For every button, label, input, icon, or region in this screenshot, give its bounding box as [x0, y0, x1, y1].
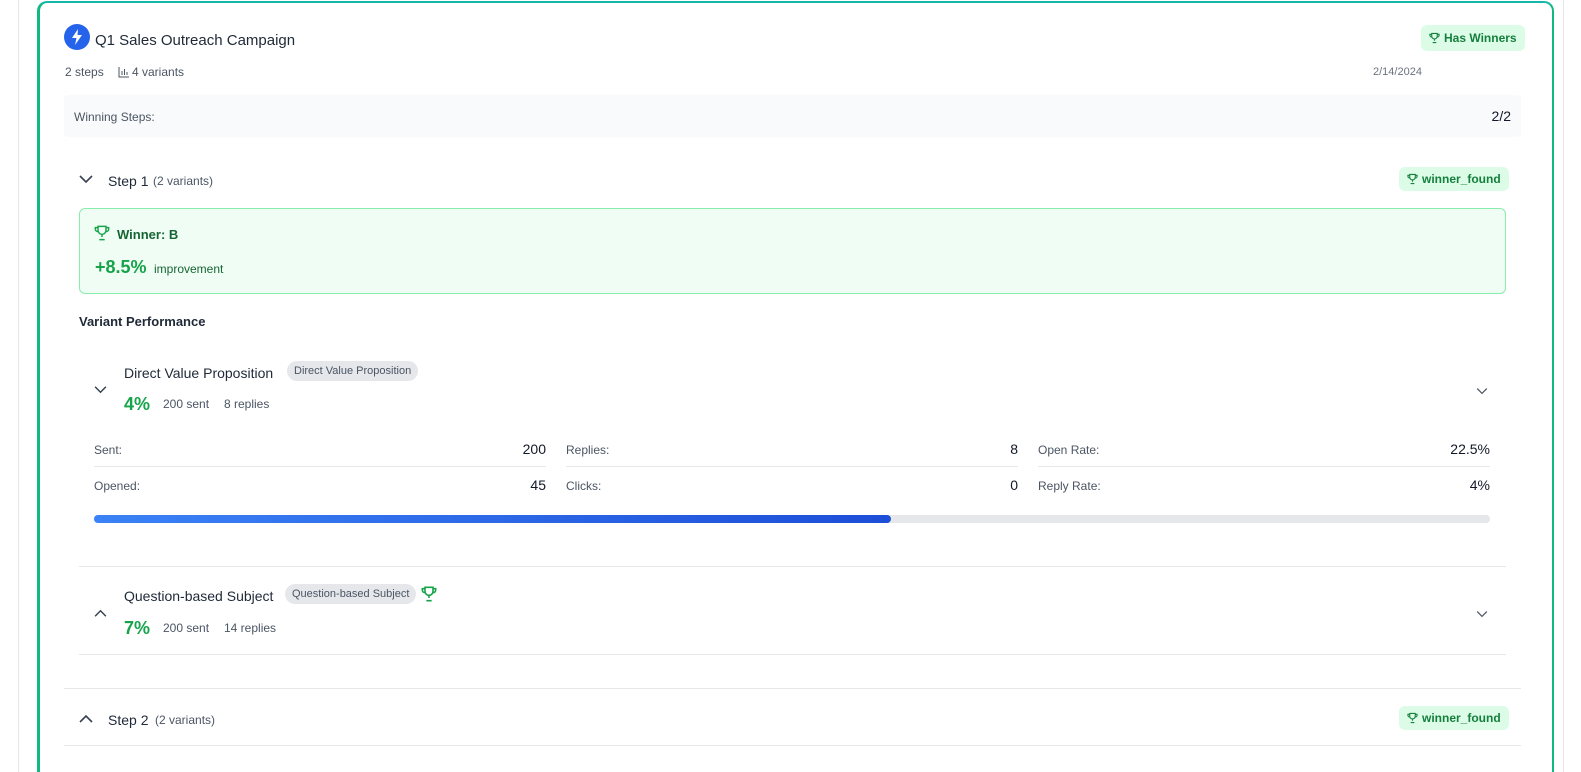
- variant-b-replies: 14 replies: [224, 621, 277, 635]
- steps-count-label: 2 steps: [65, 65, 104, 79]
- has-winners-label: Has Winners: [1444, 31, 1517, 45]
- bar-chart-icon: [118, 66, 129, 77]
- step1-status-label: winner_found: [1422, 172, 1501, 186]
- winner-trophy-icon: [421, 586, 437, 607]
- winning-steps-value: 2/2: [1491, 108, 1511, 124]
- variant-b-expand-button[interactable]: [1476, 605, 1490, 618]
- chevron-down-icon: [1476, 388, 1488, 395]
- winner-box: Winner: B +8.5% improvement: [79, 208, 1506, 294]
- trophy-icon: [94, 225, 110, 246]
- stat-reply-rate-label: Reply Rate:: [1038, 479, 1101, 493]
- chevron-down-icon: [79, 175, 93, 184]
- winner-title: Winner: B: [117, 227, 179, 242]
- variant-b-sent: 200 sent: [163, 621, 210, 635]
- stat-sent-label: Sent:: [94, 443, 123, 457]
- stat-divider: [566, 466, 1018, 467]
- variant-a-tag: Direct Value Proposition: [287, 361, 419, 381]
- variant-a-progress-track: [94, 515, 1490, 523]
- stat-open-rate-label: Open Rate:: [1038, 443, 1100, 457]
- winning-steps-bar: Winning Steps: 2/2: [64, 95, 1521, 137]
- step2-title[interactable]: Step 2: [108, 712, 148, 728]
- variant-performance-title: Variant Performance: [79, 314, 206, 329]
- step2-variant-count: (2 variants): [155, 713, 216, 727]
- variant-a-collapse-button[interactable]: [94, 381, 110, 395]
- has-winners-badge: Has Winners: [1421, 25, 1525, 51]
- stat-opened-value: 45: [530, 477, 546, 493]
- stat-clicks-label: Clicks:: [566, 479, 602, 493]
- left-rail: [18, 0, 19, 772]
- chevron-down-icon: [1476, 611, 1488, 618]
- step1-title[interactable]: Step 1: [108, 173, 148, 189]
- variant-a-expand-button[interactable]: [1476, 382, 1490, 395]
- stat-opened-label: Opened:: [94, 479, 141, 493]
- stat-open-rate-value: 22.5%: [1450, 441, 1490, 457]
- step2-expand-button[interactable]: [79, 711, 99, 727]
- step2-status-badge: winner_found: [1399, 706, 1509, 730]
- stat-clicks-value: 0: [1010, 477, 1018, 493]
- trophy-icon: [1429, 32, 1440, 44]
- stat-reply-rate-value: 4%: [1469, 477, 1490, 493]
- variant-a-replies: 8 replies: [224, 397, 270, 411]
- right-rail: [1563, 0, 1564, 772]
- variant-divider: [79, 654, 1506, 655]
- variant-a-rate: 4%: [124, 394, 151, 414]
- step1-variant-count: (2 variants): [153, 174, 214, 188]
- chevron-up-icon: [94, 609, 107, 617]
- variant-b-collapse-button[interactable]: [94, 605, 110, 619]
- chevron-down-icon: [94, 386, 107, 394]
- variant-b-name: Question-based Subject: [124, 588, 274, 604]
- campaign-date: 2/14/2024: [1373, 66, 1422, 78]
- improvement-label: improvement: [154, 262, 224, 276]
- step-divider: [64, 745, 1521, 746]
- step1-collapse-button[interactable]: [79, 171, 99, 187]
- campaign-title: Q1 Sales Outreach Campaign: [95, 32, 296, 49]
- stat-divider: [1038, 466, 1490, 467]
- stat-replies-label: Replies:: [566, 443, 610, 457]
- improvement-value: +8.5%: [95, 257, 147, 277]
- campaign-card: Q1 Sales Outreach Campaign Has Winners 2…: [37, 1, 1554, 772]
- winning-steps-label: Winning Steps:: [74, 110, 155, 124]
- step-divider: [64, 688, 1521, 689]
- trophy-icon: [1407, 173, 1418, 185]
- chevron-up-icon: [79, 714, 93, 723]
- variant-a-progress-fill: [94, 515, 892, 523]
- lightning-icon: [64, 24, 90, 50]
- variants-count: 4 variants: [118, 65, 184, 79]
- variant-a-name: Direct Value Proposition: [124, 365, 274, 381]
- stat-replies-value: 8: [1010, 441, 1018, 457]
- stat-sent-value: 200: [522, 441, 546, 457]
- trophy-icon: [1407, 712, 1418, 724]
- variants-count-label: 4 variants: [132, 65, 185, 79]
- variant-b-tag: Question-based Subject: [285, 584, 417, 604]
- variant-divider: [79, 566, 1506, 567]
- step1-status-badge: winner_found: [1399, 167, 1509, 191]
- variant-a-sent: 200 sent: [163, 397, 210, 411]
- stat-divider: [94, 466, 546, 467]
- variant-b-rate: 7%: [124, 618, 151, 638]
- step2-status-label: winner_found: [1422, 711, 1501, 725]
- steps-count: 2 steps: [65, 65, 104, 79]
